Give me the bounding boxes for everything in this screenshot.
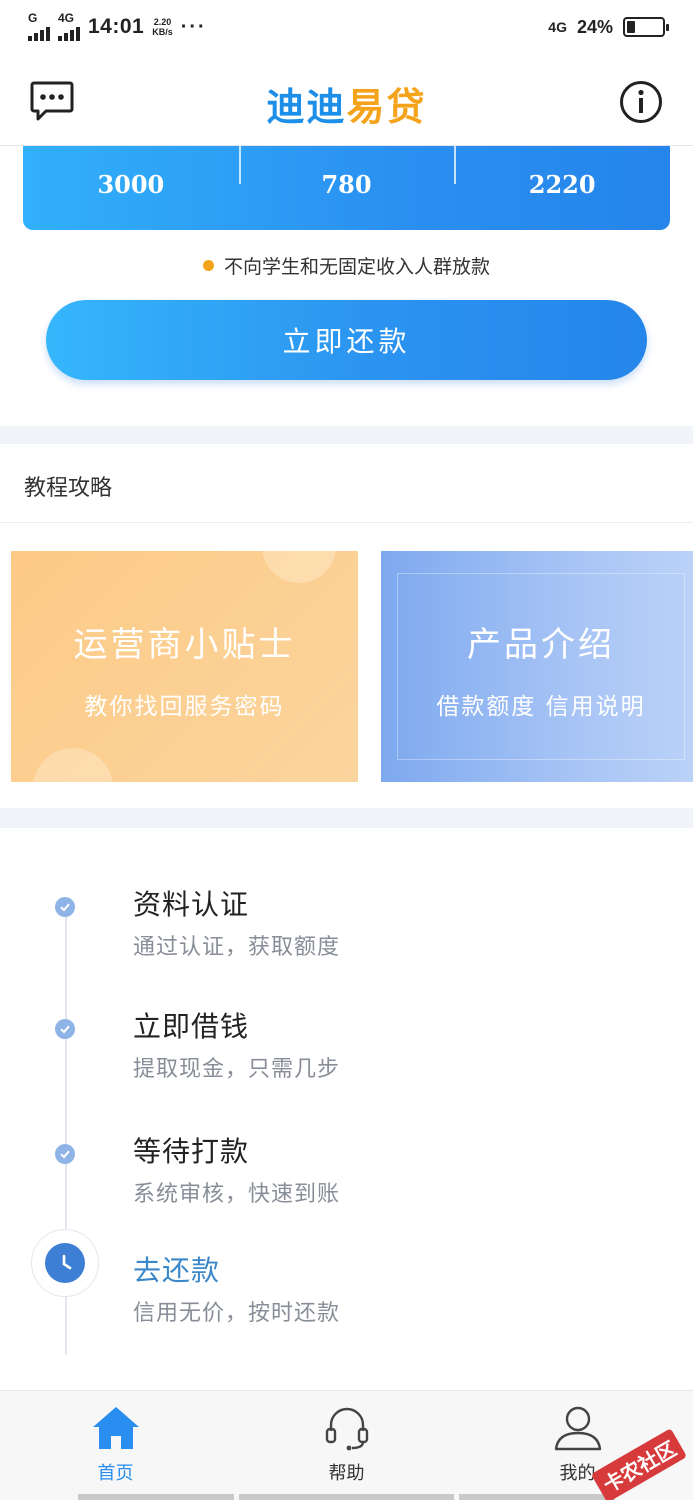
- battery-icon: [623, 17, 669, 37]
- status-right: 4G 24%: [548, 16, 669, 38]
- network-type-2: 4G: [58, 11, 75, 25]
- step-desc: 信用无价，按时还款: [133, 1301, 341, 1326]
- section-gap: [0, 808, 693, 828]
- loan-summary-card: 3000 780 2220: [23, 146, 670, 230]
- notice-text: 不向学生和无固定收入人群放款: [223, 256, 490, 278]
- home-icon: [92, 1407, 139, 1449]
- tutorial-card-title: 产品介绍: [467, 625, 615, 665]
- step-title: 立即借钱: [133, 1010, 250, 1043]
- lending-notice: 不向学生和无固定收入人群放款: [0, 252, 693, 279]
- status-bar: G 4G 14:01 2.20 KB/s ··· 4G 24%: [0, 0, 693, 54]
- step-title: 等待打款: [133, 1135, 250, 1168]
- loan-value-2: 780: [238, 146, 455, 230]
- headset-icon: [325, 1407, 368, 1451]
- tutorial-card-subtitle: 教你找回服务密码: [84, 694, 285, 720]
- signal-2: 4G: [58, 11, 80, 41]
- check-icon: [55, 1019, 75, 1039]
- network-type-1: G: [28, 11, 38, 25]
- tutorial-card-operator-tips[interactable]: 运营商小贴士 教你找回服务密码: [11, 551, 358, 782]
- speed-unit: KB/s: [152, 27, 173, 37]
- nav-indicator: [78, 1494, 234, 1500]
- repay-now-button[interactable]: 立即还款: [46, 300, 647, 380]
- tab-label: 我的: [559, 1463, 596, 1484]
- nav-indicator: [239, 1494, 454, 1500]
- tutorial-card-product-intro[interactable]: 产品介绍 借款额度 信用说明: [381, 551, 693, 782]
- decor-circle: [262, 551, 336, 583]
- tab-help[interactable]: 帮助: [231, 1391, 462, 1500]
- signal-bars-icon: [58, 23, 80, 41]
- bottom-tab-bar: 首页 帮助 我的: [0, 1390, 693, 1500]
- decor-frame: [397, 573, 685, 760]
- step-title: 去还款: [133, 1254, 221, 1287]
- check-icon: [55, 1144, 75, 1164]
- clock-icon: [45, 1243, 85, 1283]
- check-icon: [55, 897, 75, 917]
- network-type-right: 4G: [548, 19, 567, 35]
- info-icon[interactable]: [619, 80, 663, 124]
- tab-home[interactable]: 首页: [0, 1391, 231, 1500]
- signal-1: G: [28, 11, 50, 41]
- tutorial-card-title: 运营商小贴士: [73, 625, 296, 665]
- signal-bars-icon: [28, 23, 50, 41]
- user-icon: [554, 1406, 601, 1451]
- divider: [0, 522, 693, 523]
- battery-percent: 24%: [576, 16, 613, 37]
- more-notifications-icon: ···: [180, 15, 207, 38]
- logo-part-2: 易贷: [346, 85, 427, 129]
- notice-dot-icon: [202, 260, 214, 271]
- tutorial-section-title: 教程攻略: [24, 476, 113, 501]
- logo-part-1: 迪迪: [266, 85, 347, 129]
- speed-value: 2.20: [153, 17, 172, 27]
- clock-icon-wrap: [31, 1229, 99, 1297]
- decor-circle: [33, 748, 113, 782]
- nav-indicator: [459, 1494, 615, 1500]
- tutorial-card-subtitle: 借款额度 信用说明: [436, 694, 646, 720]
- network-speed: 2.20 KB/s: [152, 17, 173, 37]
- battery-fill: [627, 21, 636, 33]
- status-left: G 4G 14:01 2.20 KB/s ···: [28, 11, 207, 41]
- app-header: 迪迪易贷: [0, 54, 693, 146]
- step-desc: 提取现金，只需几步: [133, 1057, 341, 1082]
- step-desc: 通过认证，获取额度: [133, 935, 341, 960]
- clock-time: 14:01: [88, 15, 145, 38]
- section-gap: [0, 426, 693, 444]
- step-desc: 系统审核，快速到账: [133, 1182, 341, 1207]
- step-title: 资料认证: [133, 888, 250, 921]
- tab-label: 帮助: [328, 1463, 365, 1484]
- app-logo: 迪迪易贷: [0, 76, 693, 131]
- tab-label: 首页: [97, 1463, 134, 1484]
- loan-value-1: 3000: [97, 169, 165, 199]
- loan-value-3: 2220: [454, 146, 670, 230]
